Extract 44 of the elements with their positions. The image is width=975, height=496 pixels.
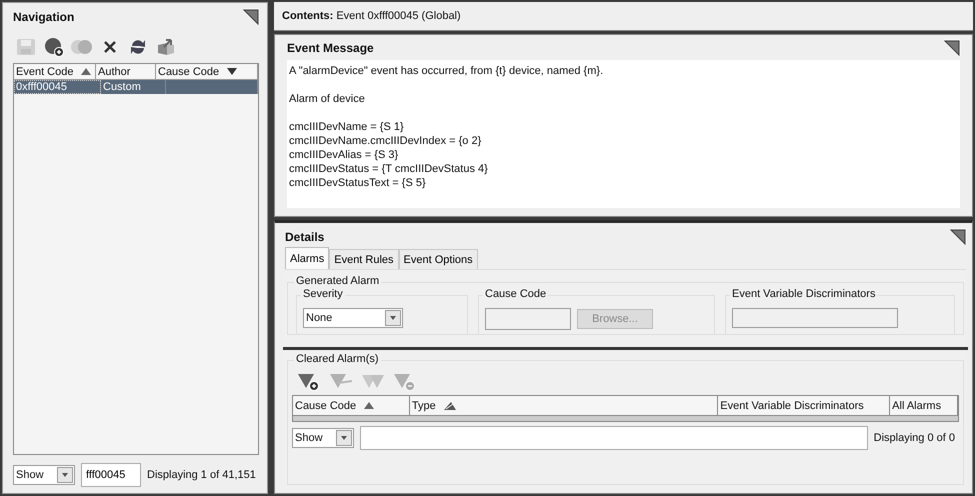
column-header[interactable]: Cause Code: [156, 64, 258, 80]
status-text: Displaying 0 of 0: [874, 432, 955, 444]
discriminators-field[interactable]: [732, 308, 898, 328]
status-text: Displaying 1 of 41,151: [147, 469, 256, 481]
group-title: Generated Alarm: [294, 275, 382, 287]
contents-label: Contents:: [282, 10, 334, 22]
panel-title: Details: [285, 230, 324, 244]
tab[interactable]: Event Rules: [329, 249, 399, 269]
add-event-icon[interactable]: [43, 37, 65, 57]
show-dropdown[interactable]: Show: [292, 428, 354, 448]
export-icon[interactable]: [155, 37, 177, 57]
tab[interactable]: Event Options: [398, 249, 478, 269]
panel-title: Navigation: [13, 10, 74, 24]
group-title: Event Variable Discriminators: [730, 288, 878, 300]
column-header[interactable]: All Alarms: [890, 396, 958, 416]
collapse-icon[interactable]: [950, 229, 966, 245]
message-line: cmcIIIDevStatusText = {S 5}: [289, 176, 427, 190]
show-dropdown[interactable]: Show: [13, 465, 75, 485]
column-header[interactable]: Type: [410, 396, 718, 416]
filter-field[interactable]: fff00045: [81, 463, 141, 487]
message-line: A "alarmDevice" event has occurred, from {t} device, named {m}.: [289, 64, 604, 78]
panel-title: Event Message: [287, 40, 374, 54]
column-header[interactable]: Event Code: [14, 64, 96, 80]
message-line: cmcIIIDevName.cmcIIIDevIndex = {o 2}: [289, 134, 482, 148]
contents-value: Event 0xfff00045 (Global): [336, 10, 461, 22]
group-title: Cause Code: [483, 288, 548, 300]
filter-add-icon[interactable]: [296, 371, 322, 391]
group-title: Cleared Alarm(s): [294, 353, 381, 365]
group-title: Severity: [301, 288, 345, 300]
message-line: Alarm of device: [289, 92, 366, 106]
collapse-icon[interactable]: [243, 9, 259, 25]
table-row[interactable]: 0xfff00045 Custom: [14, 80, 258, 94]
filter-field[interactable]: [360, 426, 868, 450]
message-line: cmcIIIDevAlias = {S 3}: [289, 148, 400, 162]
table-cell: 0xfff00045: [14, 80, 101, 94]
column-header[interactable]: Author: [96, 64, 156, 80]
collapse-icon[interactable]: [944, 40, 960, 56]
table-cell: Custom: [101, 80, 166, 94]
column-header[interactable]: Event Variable Discriminators: [718, 396, 890, 416]
tab[interactable]: Alarms: [285, 247, 330, 269]
message-line: cmcIIIDevStatus = {T cmcIIIDevStatus 4}: [289, 162, 489, 176]
severity-dropdown[interactable]: None: [303, 308, 403, 328]
message-line: cmcIIIDevName = {S 1}: [289, 120, 405, 134]
column-header[interactable]: Cause Code: [293, 396, 410, 416]
